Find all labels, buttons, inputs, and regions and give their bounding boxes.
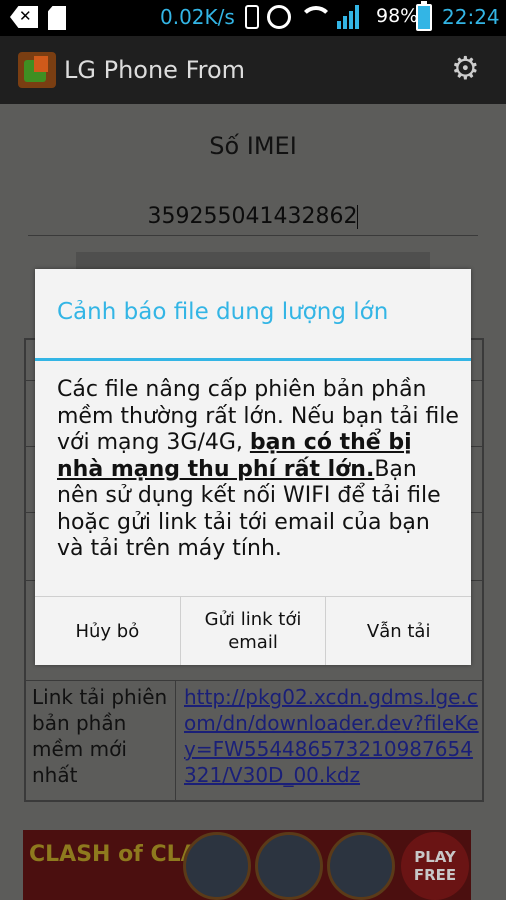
sd-card-icon bbox=[48, 6, 66, 30]
dialog-divider bbox=[35, 358, 471, 361]
large-file-warning-dialog: Cảnh báo file dung lượng lớn Các file nâ… bbox=[35, 269, 471, 665]
clock: 22:24 bbox=[442, 5, 500, 29]
dialog-title: Cảnh báo file dung lượng lớn bbox=[57, 299, 389, 325]
ad-character-2 bbox=[255, 832, 323, 900]
signal-icon bbox=[337, 5, 359, 29]
ad-play-button[interactable]: PLAY FREE bbox=[401, 832, 469, 900]
imei-label: Số IMEI bbox=[209, 132, 297, 160]
send-email-button[interactable]: Gửi link tới email bbox=[179, 597, 326, 665]
download-anyway-button[interactable]: Vẫn tải bbox=[325, 597, 471, 665]
app-title: LG Phone From bbox=[64, 56, 246, 84]
ad-character-3 bbox=[327, 832, 395, 900]
ad-character-1 bbox=[183, 832, 251, 900]
status-left-icons bbox=[10, 6, 66, 30]
vibrate-icon bbox=[245, 5, 259, 29]
gear-icon[interactable]: ⚙ bbox=[451, 52, 481, 84]
imei-value: 359255041432862 bbox=[147, 204, 358, 229]
dialog-buttons: Hủy bỏ Gửi link tới email Vẫn tải bbox=[35, 596, 471, 665]
firmware-link[interactable]: http://pkg02.xcdn.gdms.lge.com/dn/downlo… bbox=[184, 684, 479, 788]
wifi-icon bbox=[299, 6, 333, 28]
battery-icon bbox=[416, 1, 432, 31]
net-speed: 0.02K/s bbox=[160, 5, 235, 29]
status-bar: 0.02K/s 98% 22:24 bbox=[0, 0, 506, 36]
cancel-button[interactable]: Hủy bỏ bbox=[35, 597, 180, 665]
back-x-icon bbox=[10, 6, 38, 28]
status-icons bbox=[245, 5, 359, 29]
link-label: Link tải phiên bản phần mềm mới nhất bbox=[32, 685, 168, 787]
imei-input[interactable]: 359255041432862 bbox=[28, 192, 478, 236]
action-bar: LG Phone From bbox=[0, 36, 506, 104]
alarm-icon bbox=[267, 5, 291, 29]
battery-percent: 98% bbox=[376, 5, 419, 27]
app-icon[interactable] bbox=[18, 52, 56, 88]
dialog-message: Các file nâng cấp phiên bản phần mềm thư… bbox=[57, 377, 459, 563]
firmware-link-row: Link tải phiên bản phần mềm mới nhất htt… bbox=[24, 680, 484, 802]
ad-banner[interactable]: CLASH of CLANS PLAY FREE bbox=[23, 830, 471, 900]
